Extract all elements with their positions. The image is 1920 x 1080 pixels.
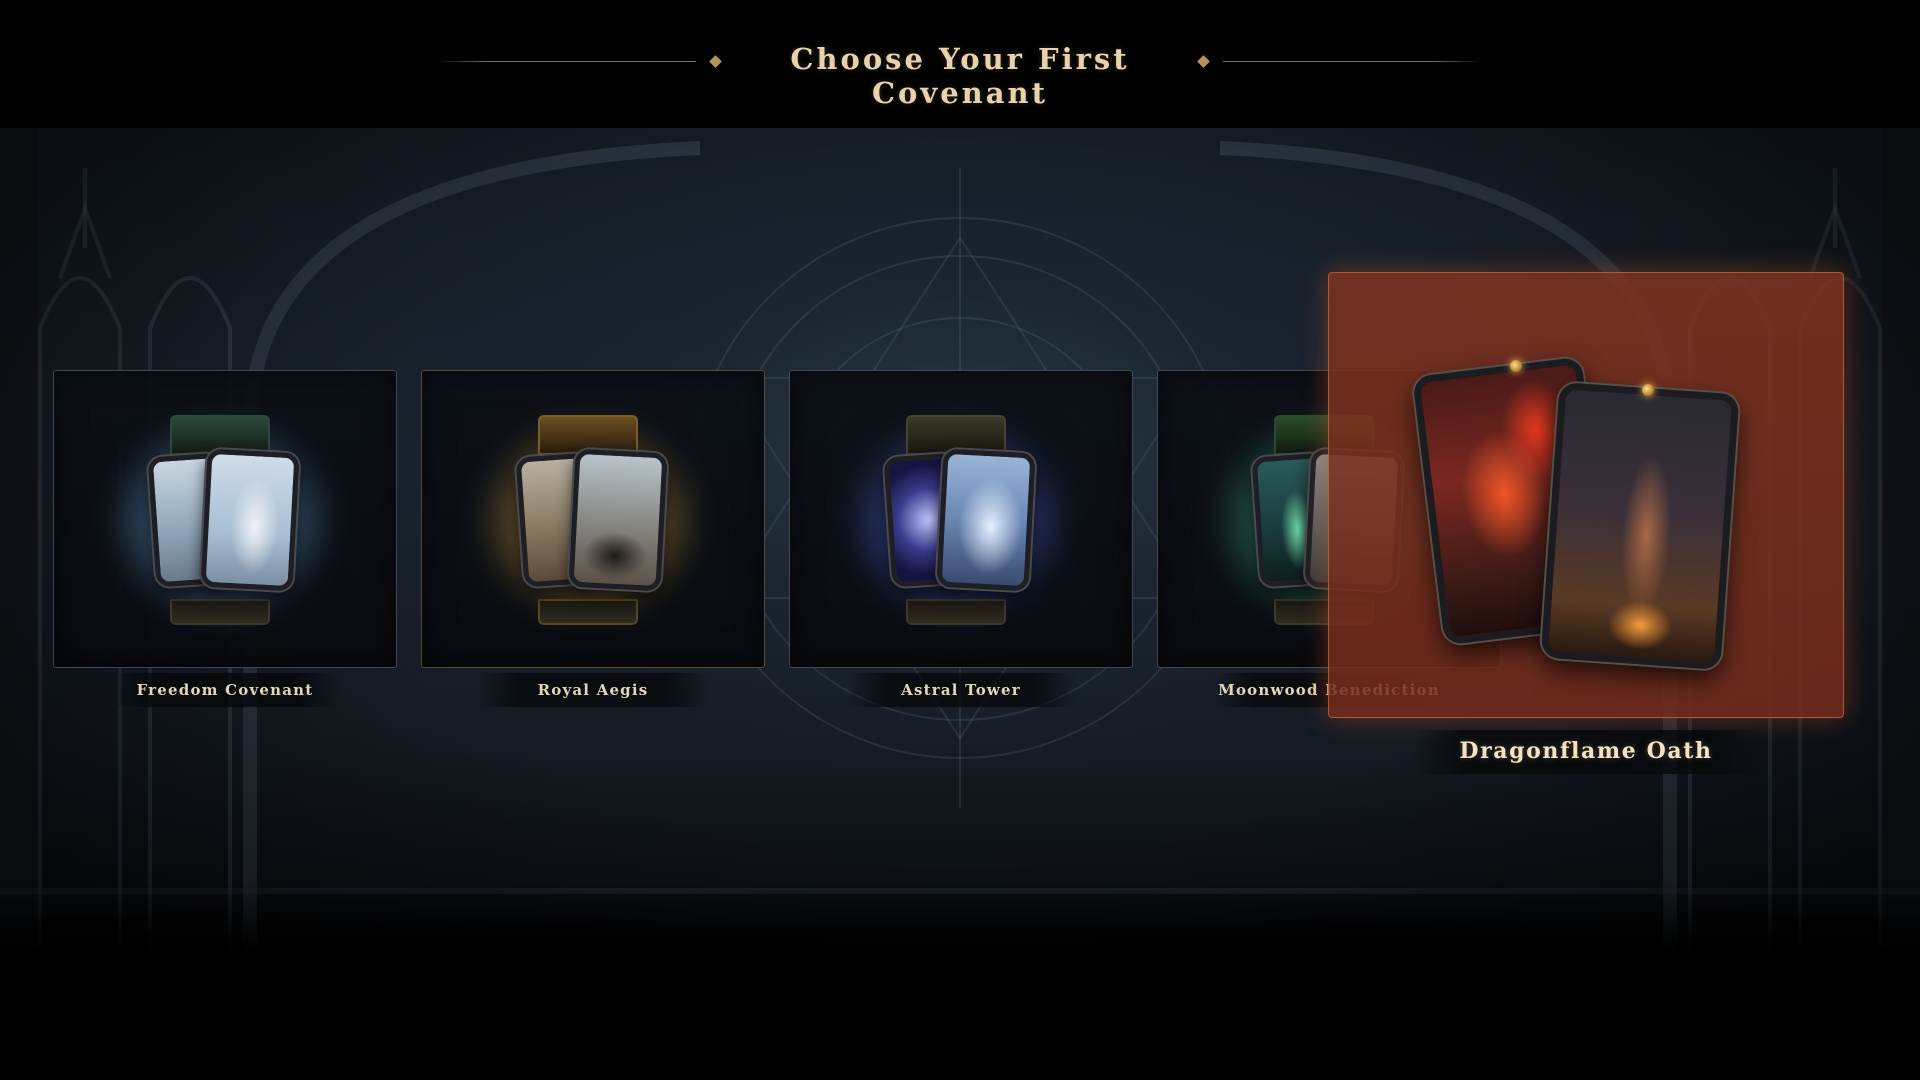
covenant-label-freedom: Freedom Covenant <box>136 681 314 699</box>
covenant-card-royal-aegis[interactable] <box>421 370 765 668</box>
covenant-card-freedom[interactable] <box>53 370 397 668</box>
covenant-selection-screen: Choose Your First Covenant Freedom Coven… <box>0 0 1920 1080</box>
covenant-label-dragonflame-oath: Dragonflame Oath <box>1459 738 1713 764</box>
covenant-card-astral-tower[interactable] <box>789 370 1133 668</box>
card-pack-icon <box>126 415 316 625</box>
card-pack-icon <box>862 415 1052 625</box>
floor-shadow <box>0 882 1920 952</box>
covenant-label-astral-tower: Astral Tower <box>901 681 1021 699</box>
header-divider-left <box>436 61 696 62</box>
gem-icon <box>1642 384 1654 396</box>
gem-icon <box>1510 360 1522 372</box>
header-divider-right <box>1223 61 1483 62</box>
ritual-priestess-card <box>1540 382 1740 670</box>
page-title: Choose Your First Covenant <box>790 42 1130 110</box>
covenant-label-royal-aegis: Royal Aegis <box>537 681 649 699</box>
card-pack-icon <box>1410 340 1770 670</box>
header-bar: Choose Your First Covenant <box>0 0 1920 128</box>
card-pack-icon <box>494 415 684 625</box>
